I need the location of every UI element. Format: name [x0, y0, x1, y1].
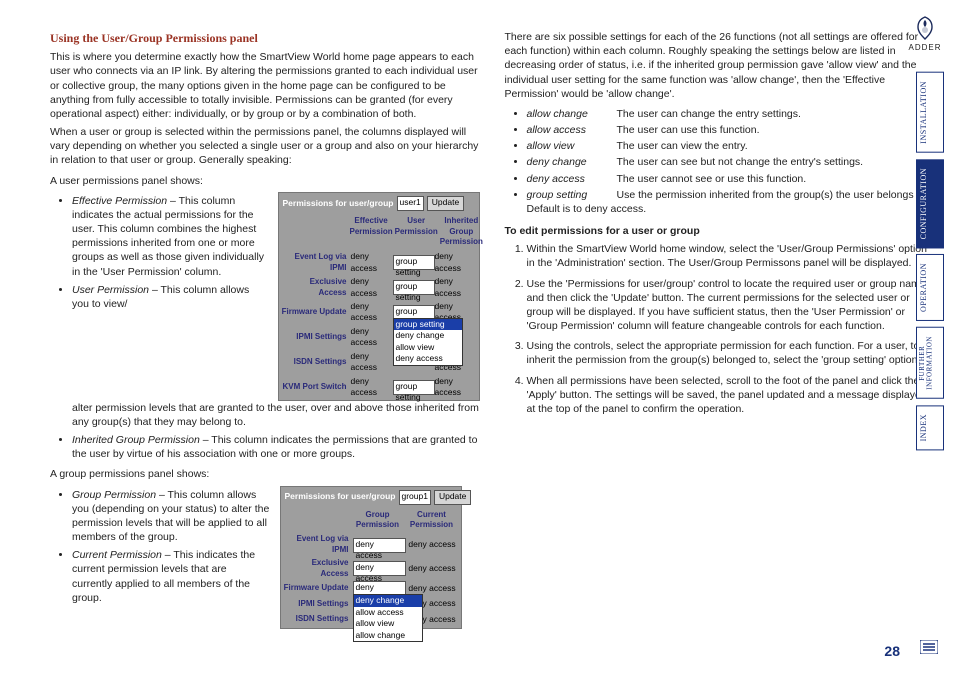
setting-allow-view: allow viewThe user can view the entry. — [527, 139, 935, 153]
setting-allow-access: allow accessThe user can use this functi… — [527, 123, 935, 137]
panel2-update-button[interactable]: Update — [434, 490, 471, 505]
panel1-usergroup-select[interactable]: user1 — [397, 196, 424, 211]
step-2: Use the 'Permissions for user/group' con… — [527, 277, 935, 334]
panel1-update-button[interactable]: Update — [427, 196, 464, 211]
perm-dropdown[interactable]: group setting — [393, 380, 435, 395]
setting-group-setting: group settingUse the permission inherite… — [527, 188, 935, 216]
tab-configuration[interactable]: CONFIGURATION — [916, 159, 944, 248]
brand-logo: ADDER — [906, 14, 944, 52]
edit-permissions-steps: Within the SmartView World home window, … — [505, 242, 935, 416]
step-4: When all permissions have been selected,… — [527, 374, 935, 417]
panel1-col-inherited: Inherited Group Permission — [439, 216, 484, 248]
perm-dropdown-menu[interactable]: group setting deny change allow view den… — [393, 318, 463, 366]
settings-list: allow changeThe user can change the entr… — [505, 107, 935, 216]
panel2-col-current: Current Permission — [405, 510, 459, 532]
right-column: There are six possible settings for each… — [505, 30, 940, 655]
perm-dropdown[interactable]: group setting — [393, 280, 435, 295]
user-permission-cont: alter permission levels that are granted… — [50, 401, 480, 429]
panel2-header-label: Permissions for user/group — [285, 491, 396, 502]
bullet-effective-permission: Effective Permission – This column indic… — [72, 194, 268, 279]
section-title: Using the User/Group Permissions panel — [50, 30, 480, 46]
step-1: Within the SmartView World home window, … — [527, 242, 935, 270]
user-panel-bullets-2: Inherited Group Permission – This column… — [50, 433, 480, 461]
user-panel-label: A user permissions panel shows: — [50, 174, 480, 188]
side-nav: INSTALLATION CONFIGURATION OPERATION FUR… — [916, 72, 944, 450]
brand-text: ADDER — [908, 43, 941, 52]
intro-paragraph-1: This is where you determine exactly how … — [50, 50, 480, 121]
tab-index[interactable]: INDEX — [916, 405, 944, 450]
edit-permissions-subhead: To edit permissions for a user or group — [505, 224, 935, 238]
tab-operation[interactable]: OPERATION — [916, 254, 944, 321]
setting-deny-change: deny changeThe user can see but not chan… — [527, 155, 935, 169]
bullet-current-permission: Current Permission – This indicates the … — [72, 548, 270, 605]
intro-paragraph-2: When a user or group is selected within … — [50, 125, 480, 168]
perm-dropdown[interactable]: deny access — [353, 538, 406, 553]
user-permissions-panel: Permissions for user/group user1 Update … — [278, 192, 480, 401]
panel1-col-effective: Effective Permission — [349, 216, 394, 248]
contents-icon[interactable] — [920, 640, 938, 657]
step-3: Using the controls, select the appropria… — [527, 339, 935, 367]
cobra-icon — [911, 14, 939, 42]
group-panel-label: A group permissions panel shows: — [50, 467, 480, 481]
panel2-col-group: Group Permission — [351, 510, 405, 532]
perm-dropdown[interactable]: group setting — [393, 255, 435, 270]
bullet-inherited-permission: Inherited Group Permission – This column… — [72, 433, 480, 461]
group-panel-bullets: Group Permission – This column allows yo… — [50, 488, 270, 605]
perm-dropdown[interactable]: deny access — [353, 561, 406, 576]
user-panel-bullets: Effective Permission – This column indic… — [50, 194, 268, 311]
setting-allow-change: allow changeThe user can change the entr… — [527, 107, 935, 121]
panel1-col-user: User Permission — [394, 216, 439, 248]
setting-deny-access: deny accessThe user cannot see or use th… — [527, 172, 935, 186]
panel1-header-label: Permissions for user/group — [283, 198, 394, 209]
page-number: 28 — [884, 643, 900, 659]
perm-dropdown-menu[interactable]: deny change allow access allow view allo… — [353, 594, 423, 642]
tab-installation[interactable]: INSTALLATION — [916, 72, 944, 153]
panel2-usergroup-select[interactable]: group1 — [399, 490, 431, 505]
bullet-group-permission: Group Permission – This column allows yo… — [72, 488, 270, 545]
tab-further-information[interactable]: FURTHER INFORMATION — [916, 327, 944, 399]
left-column: Using the User/Group Permissions panel T… — [50, 30, 505, 655]
settings-intro: There are six possible settings for each… — [505, 30, 935, 101]
group-permissions-panel: Permissions for user/group group1 Update… — [280, 486, 462, 629]
bullet-user-permission: User Permission – This column allows you… — [72, 283, 268, 311]
